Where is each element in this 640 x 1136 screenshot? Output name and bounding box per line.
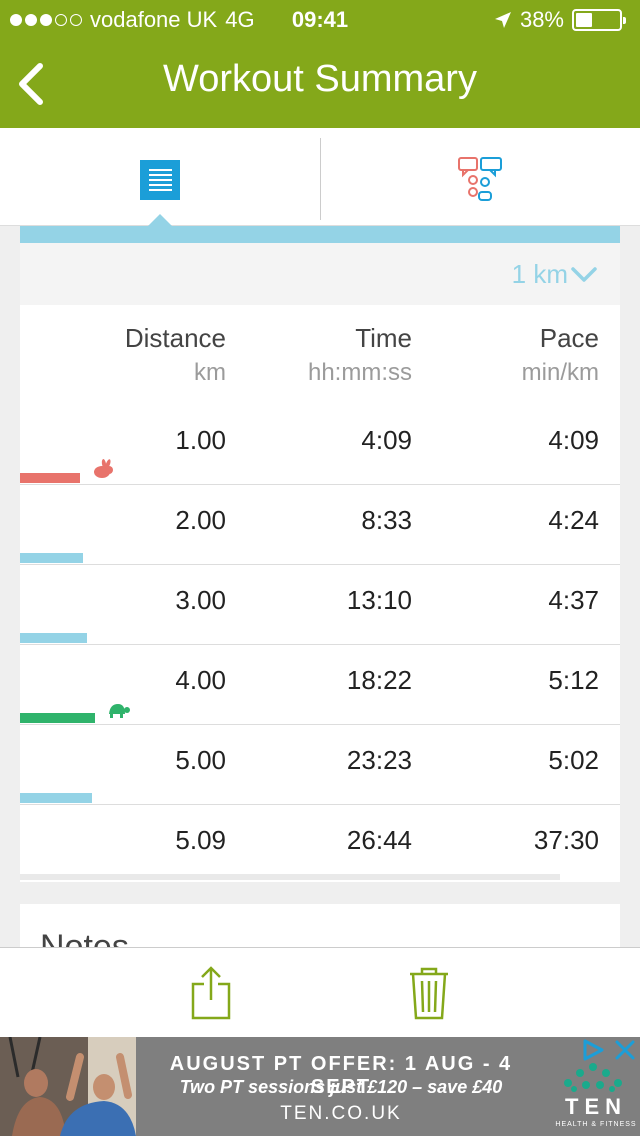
close-icon[interactable] — [612, 1037, 638, 1063]
battery-icon — [572, 9, 626, 31]
ad-url: TEN.CO.UK — [280, 1103, 402, 1124]
page-title: Workout Summary — [163, 58, 477, 100]
pace-bar — [20, 713, 95, 723]
split-distance: 3.00 — [175, 585, 226, 615]
split-time: 23:23 — [346, 745, 412, 775]
ad-brand-name: TEN — [565, 1094, 627, 1119]
pace-bar — [20, 553, 83, 563]
interval-selector[interactable]: 1 km — [20, 243, 620, 305]
split-distance: 1.00 — [175, 425, 226, 455]
app-header: vodafone UK 4G 09:41 38% Workout Summary — [0, 0, 640, 128]
status-right: 38% — [494, 0, 628, 40]
pace-bar — [20, 633, 87, 643]
list-icon — [140, 160, 180, 200]
ten-logo-icon — [564, 1063, 622, 1092]
split-time: 8:33 — [361, 505, 412, 535]
split-time: 18:22 — [346, 665, 412, 695]
split-pace: 5:02 — [548, 745, 599, 775]
ad-banner[interactable]: AUGUST PT OFFER: 1 AUG - 4 SEPT Two PT s… — [0, 1037, 640, 1136]
card-accent-bar — [20, 226, 620, 243]
table-row: 1.00 4:09 4:09 — [20, 405, 620, 485]
split-distance: 4.00 — [175, 665, 226, 695]
split-pace: 4:37 — [548, 585, 599, 615]
split-pace: 5:12 — [548, 665, 599, 695]
ad-choices-icon[interactable] — [580, 1037, 606, 1063]
scroll-indicator — [20, 874, 560, 880]
bottom-toolbar — [0, 947, 640, 1037]
pace-bar — [20, 793, 92, 803]
chevron-down-icon — [571, 267, 597, 282]
turtle-icon — [109, 704, 130, 718]
battery-fill — [576, 13, 592, 27]
status-bar: vodafone UK 4G 09:41 38% — [0, 0, 640, 40]
col-unit-time: hh:mm:ss — [307, 359, 412, 386]
tab-social[interactable] — [321, 128, 640, 226]
pace-bar — [20, 473, 80, 483]
battery-percent: 38% — [519, 7, 564, 32]
table-row: 5.09 26:44 37:30 — [20, 805, 620, 885]
splits-card: 1 km Distance Time Pace km hh:mm:ss min/… — [20, 226, 620, 882]
split-distance: 5.00 — [175, 745, 226, 775]
ad-brand-tagline: HEALTH & FITNESS — [555, 1121, 637, 1128]
rabbit-icon — [94, 459, 113, 478]
interval-label: 1 km — [511, 259, 568, 289]
table-row: 2.00 8:33 4:24 — [20, 485, 620, 565]
split-distance: 2.00 — [175, 505, 226, 535]
split-time: 13:10 — [346, 585, 412, 615]
ad-offer: Two PT sessions just £120 – save £40 — [179, 1077, 503, 1097]
trash-icon[interactable] — [408, 966, 450, 1020]
col-unit-distance: km — [194, 359, 226, 386]
col-header-time: Time — [355, 323, 412, 353]
split-pace: 37:30 — [533, 825, 599, 855]
ad-image — [0, 1037, 136, 1136]
split-distance: 5.09 — [175, 825, 226, 855]
chat-people-icon — [458, 157, 502, 201]
col-header-pace: Pace — [539, 323, 599, 353]
split-time: 26:44 — [346, 825, 412, 855]
ad-photo — [0, 1037, 136, 1136]
split-time: 4:09 — [361, 425, 412, 455]
share-icon[interactable] — [190, 966, 232, 1020]
table-row: 3.00 13:10 4:37 — [20, 565, 620, 645]
col-unit-pace: min/km — [521, 359, 599, 386]
location-arrow-icon — [494, 12, 511, 28]
ad-text: AUGUST PT OFFER: 1 AUG - 4 SEPT Two PT s… — [136, 1037, 546, 1136]
split-pace: 4:09 — [548, 425, 599, 455]
split-pace: 4:24 — [548, 505, 599, 535]
col-header-distance: Distance — [124, 323, 226, 353]
table-row: 5.00 23:23 5:02 — [20, 725, 620, 805]
view-tabs — [0, 128, 640, 226]
tab-splits[interactable] — [0, 128, 320, 226]
table-row: 4.00 18:22 5:12 — [20, 645, 620, 725]
